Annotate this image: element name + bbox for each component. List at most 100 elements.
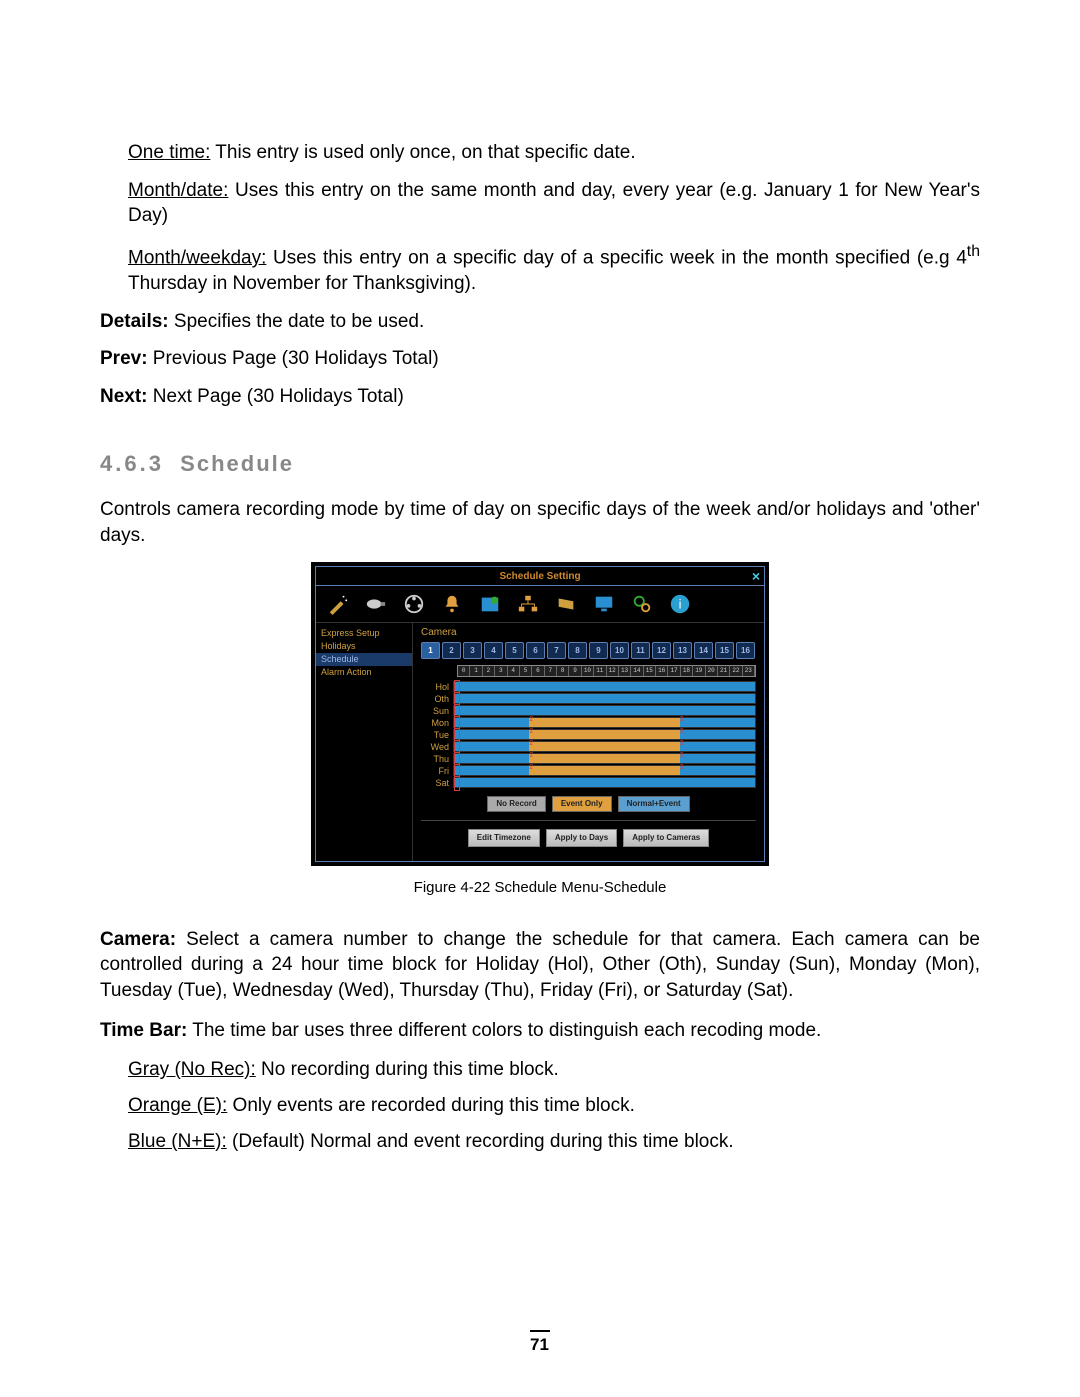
timeline-segment[interactable] [680, 742, 755, 751]
p-camera: Camera: Select a camera number to change… [100, 927, 980, 1004]
camera-button-6[interactable]: 6 [526, 642, 545, 659]
segment-marker: 2 [529, 716, 533, 723]
day-bar[interactable]: 23 [453, 753, 756, 764]
timeline-segment[interactable] [529, 718, 680, 727]
timeline-segment[interactable] [529, 754, 680, 763]
calendar-icon[interactable] [478, 592, 502, 616]
bell-icon[interactable] [440, 592, 464, 616]
text-month-date: Uses this entry on the same month and da… [128, 180, 980, 227]
apply-to-days-button[interactable]: Apply to Days [546, 829, 617, 847]
hour-header: 9 [569, 666, 581, 676]
gear-icon[interactable] [630, 592, 654, 616]
sidebar-item-schedule[interactable]: Schedule [316, 653, 412, 666]
timeline-segment[interactable] [454, 766, 529, 775]
camera-button-4[interactable]: 4 [484, 642, 503, 659]
sidebar-item-express-setup[interactable]: Express Setup [316, 627, 412, 640]
close-icon[interactable]: × [752, 568, 760, 584]
camera-button-14[interactable]: 14 [694, 642, 713, 659]
day-row-thu: Thu23 [421, 753, 756, 764]
day-row-fri: Fri23 [421, 765, 756, 776]
day-bar[interactable]: 23 [453, 729, 756, 740]
hour-header: 18 [681, 666, 693, 676]
day-label: Hol [421, 682, 453, 692]
hour-header: 14 [631, 666, 643, 676]
text-one-time: This entry is used only once, on that sp… [210, 142, 635, 163]
camera-button-5[interactable]: 5 [505, 642, 524, 659]
screenshot-wrapper: Schedule Setting × i [100, 562, 980, 898]
timeline-segment[interactable] [454, 718, 529, 727]
divider [421, 820, 756, 821]
day-bar[interactable]: 23 [453, 741, 756, 752]
camera-button-10[interactable]: 10 [610, 642, 629, 659]
timeline-segment[interactable] [454, 682, 755, 691]
day-label: Oth [421, 694, 453, 704]
day-bar[interactable] [453, 777, 756, 788]
timeline-segment[interactable] [680, 730, 755, 739]
timeline-segment[interactable] [680, 718, 755, 727]
timeline-segment[interactable] [454, 694, 755, 703]
day-bar[interactable] [453, 705, 756, 716]
hour-header: 2 [483, 666, 495, 676]
camera-button-15[interactable]: 15 [715, 642, 734, 659]
edit-timezone-button[interactable]: Edit Timezone [468, 829, 540, 847]
sidebar-item-alarm-action[interactable]: Alarm Action [316, 666, 412, 679]
segment-marker: 3 [680, 728, 684, 735]
day-row-mon: Mon23 [421, 717, 756, 728]
segment-marker: 2 [529, 740, 533, 747]
entry-one-time: One time: This entry is used only once, … [128, 140, 980, 166]
schedule-window: Schedule Setting × i [311, 562, 769, 866]
hour-header: 1 [470, 666, 482, 676]
camera-button-2[interactable]: 2 [442, 642, 461, 659]
section-heading: 4.6.3 Schedule [100, 449, 980, 479]
sidebar-item-holidays[interactable]: Holidays [316, 640, 412, 653]
camera-button-13[interactable]: 13 [673, 642, 692, 659]
camera-button-16[interactable]: 16 [736, 642, 755, 659]
info-icon[interactable]: i [668, 592, 692, 616]
segment-marker: 2 [529, 764, 533, 771]
term-one-time: One time: [128, 142, 210, 163]
timeline-segment[interactable] [680, 766, 755, 775]
day-label: Thu [421, 754, 453, 764]
timeline-segment[interactable] [529, 766, 680, 775]
timeline-segment[interactable] [529, 730, 680, 739]
day-bar[interactable]: 23 [453, 717, 756, 728]
timeline-segment[interactable] [454, 730, 529, 739]
legend-event-only: Event Only [552, 796, 612, 812]
timeline-segment[interactable] [680, 754, 755, 763]
camera-button-7[interactable]: 7 [547, 642, 566, 659]
camera-button-3[interactable]: 3 [463, 642, 482, 659]
day-row-oth: Oth [421, 693, 756, 704]
camera-icon[interactable] [364, 592, 388, 616]
section-number: 4.6.3 [100, 451, 164, 476]
hour-header: 0 [458, 666, 470, 676]
wand-icon[interactable] [326, 592, 350, 616]
camera-button-11[interactable]: 11 [631, 642, 650, 659]
hdd-icon[interactable] [554, 592, 578, 616]
section-body: Controls camera recording mode by time o… [100, 497, 980, 548]
day-row-wed: Wed23 [421, 741, 756, 752]
camera-button-9[interactable]: 9 [589, 642, 608, 659]
day-bar[interactable] [453, 681, 756, 692]
hour-header: 16 [656, 666, 668, 676]
timeline-segment[interactable] [529, 742, 680, 751]
timeline-segment[interactable] [454, 742, 529, 751]
network-icon[interactable] [516, 592, 540, 616]
term-month-weekday: Month/weekday: [128, 247, 266, 268]
hour-header: 19 [693, 666, 705, 676]
def-prev: Prev: Previous Page (30 Holidays Total) [100, 346, 980, 372]
timeline-segment[interactable] [454, 778, 755, 787]
monitor-icon[interactable] [592, 592, 616, 616]
day-grid: HolOthSunMon23Tue23Wed23Thu23Fri23Sat [421, 681, 756, 788]
segment-marker: 3 [680, 740, 684, 747]
timeline-segment[interactable] [454, 754, 529, 763]
camera-button-1[interactable]: 1 [421, 642, 440, 659]
camera-button-12[interactable]: 12 [652, 642, 671, 659]
camera-button-8[interactable]: 8 [568, 642, 587, 659]
apply-to-cameras-button[interactable]: Apply to Cameras [623, 829, 709, 847]
hours-header-row: 01234567891011121314151617181920212223 [457, 665, 756, 677]
day-bar[interactable]: 23 [453, 765, 756, 776]
timeline-segment[interactable] [454, 706, 755, 715]
reel-icon[interactable] [402, 592, 426, 616]
toolbar: i [316, 586, 764, 623]
day-bar[interactable] [453, 693, 756, 704]
